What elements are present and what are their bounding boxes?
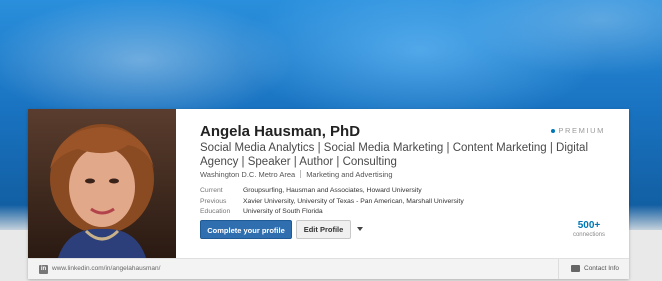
fact-key: Previous [200, 197, 227, 205]
linkedin-icon: in [39, 265, 48, 274]
edit-profile-button[interactable]: Edit Profile [296, 220, 351, 239]
connections-number: 500+ [577, 220, 601, 231]
chevron-down-icon[interactable] [357, 227, 363, 231]
premium-badge: PREMIUM [551, 126, 605, 135]
fact-education: Education University of South Florida [200, 208, 464, 219]
premium-dot-icon [551, 129, 556, 134]
fact-value[interactable]: Xavier University, University of Texas -… [243, 198, 464, 205]
fact-value[interactable]: Groupsurfing, Hausman and Associates, Ho… [243, 187, 422, 194]
profile-facts: Current Groupsurfing, Hausman and Associa… [200, 187, 464, 219]
profile-photo-image [28, 109, 176, 258]
location-link[interactable]: Washington D.C. Metro Area [200, 170, 295, 179]
divider [300, 170, 302, 178]
fact-current: Current Groupsurfing, Hausman and Associa… [200, 187, 464, 198]
profile-name: Angela Hausman, PhD [200, 123, 361, 140]
fact-value[interactable]: University of South Florida [243, 208, 323, 215]
contact-info-button[interactable]: Contact Info [558, 259, 629, 279]
profile-card: Angela Hausman, PhD PREMIUM Social Media… [28, 109, 629, 279]
complete-profile-button[interactable]: Complete your profile [200, 220, 292, 239]
fact-key: Education [200, 208, 231, 215]
contact-info-label: Contact Info [584, 265, 620, 272]
connections-count[interactable]: 500+ connections [573, 220, 605, 239]
contact-card-icon [571, 265, 580, 272]
profile-headline: Social Media Analytics | Social Media Ma… [200, 142, 588, 168]
fact-previous: Previous Xavier University, University of… [200, 198, 464, 209]
industry-link[interactable]: Marketing and Advertising [306, 170, 392, 179]
profile-photo[interactable] [28, 109, 176, 258]
premium-badge-label: PREMIUM [558, 126, 605, 135]
connections-label: connections [572, 232, 605, 238]
profile-footer: in www.linkedin.com/in/angelahausman/ Co… [28, 258, 629, 279]
location-industry: Washington D.C. Metro Area Marketing and … [200, 170, 393, 179]
public-profile-url[interactable]: www.linkedin.com/in/angelahausman/ [52, 265, 160, 272]
fact-key: Current [200, 187, 223, 194]
